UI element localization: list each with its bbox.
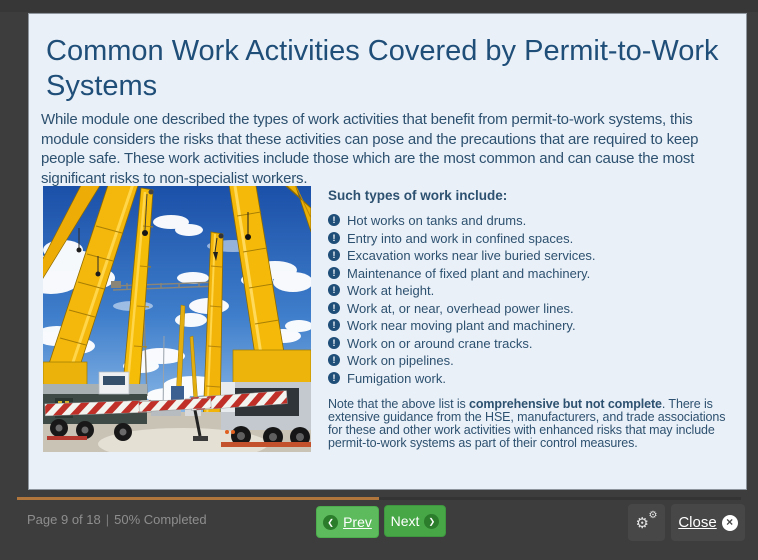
work-type-item: ! Maintenance of fixed plant and machiner…	[328, 267, 732, 280]
work-type-label: Entry into and work in confined spaces.	[347, 232, 573, 245]
exclamation-circle-icon: !	[328, 302, 340, 314]
work-type-item: ! Excavation works near live buried servi…	[328, 249, 732, 262]
slide-panel: Common Work Activities Covered by Permit…	[28, 13, 747, 490]
cogs-icon: ⚙ ⚙	[636, 513, 658, 533]
exclamation-circle-icon: !	[328, 267, 340, 279]
exclamation-circle-icon: !	[328, 232, 340, 244]
cog-large-glyph: ⚙	[636, 516, 649, 531]
work-type-label: Hot works on tanks and drums.	[347, 214, 526, 227]
next-button-label: Next	[391, 513, 420, 529]
prev-button[interactable]: ❮ Prev	[316, 506, 379, 538]
work-type-item: ! Hot works on tanks and drums.	[328, 214, 732, 227]
work-type-label: Work on pipelines.	[347, 354, 454, 367]
crane-photo-illustration	[43, 186, 311, 452]
chevron-right-circle-icon: ❯	[424, 514, 439, 529]
slide-title: Common Work Activities Covered by Permit…	[46, 34, 746, 104]
work-type-item: ! Work at height.	[328, 284, 732, 297]
work-type-item: ! Work on pipelines.	[328, 354, 732, 367]
work-type-item: ! Work at, or near, overhead power lines.	[328, 302, 732, 315]
progress-fill	[17, 497, 379, 500]
status-separator: |	[106, 512, 109, 527]
progress-bar	[17, 497, 741, 500]
course-player-window: Common Work Activities Covered by Permit…	[0, 0, 758, 560]
chevron-left-circle-icon: ❮	[323, 515, 338, 530]
exclamation-circle-icon: !	[328, 372, 340, 384]
work-type-item: ! Entry into and work in confined spaces.	[328, 232, 732, 245]
exclamation-circle-icon: !	[328, 249, 340, 261]
work-type-item: ! Work near moving plant and machinery.	[328, 319, 732, 332]
work-type-item: ! Fumigation work.	[328, 372, 732, 385]
crane-photo	[43, 186, 311, 452]
intro-paragraph: While module one described the types of …	[41, 110, 729, 188]
cog-small-glyph: ⚙	[649, 511, 658, 521]
page-indicator: Page 9 of 18	[27, 512, 101, 527]
work-type-label: Work at height.	[347, 284, 434, 297]
next-button[interactable]: Next ❯	[384, 505, 446, 537]
work-type-label: Excavation works near live buried servic…	[347, 249, 596, 262]
work-type-label: Work near moving plant and machinery.	[347, 319, 576, 332]
window-top-bar	[0, 0, 758, 12]
exclamation-circle-icon: !	[328, 319, 340, 331]
work-types-column: Such types of work include: ! Hot works o…	[328, 188, 732, 450]
exclamation-circle-icon: !	[328, 214, 340, 226]
note-bold-text: comprehensive but not complete	[469, 397, 662, 411]
close-button-label: Close	[678, 514, 716, 531]
exclamation-circle-icon: !	[328, 354, 340, 366]
close-button[interactable]: Close ×	[671, 504, 745, 541]
work-type-label: Maintenance of fixed plant and machinery…	[347, 267, 590, 280]
prev-button-label: Prev	[343, 514, 372, 530]
work-type-item: ! Work on or around crane tracks.	[328, 337, 732, 350]
settings-button[interactable]: ⚙ ⚙	[628, 504, 665, 541]
note-paragraph: Note that the above list is comprehensiv…	[328, 398, 728, 451]
work-type-list: ! Hot works on tanks and drums. ! Entry in…	[328, 214, 732, 385]
work-type-label: Work on or around crane tracks.	[347, 337, 532, 350]
completion-indicator: 50% Completed	[114, 512, 207, 527]
page-status: Page 9 of 18 | 50% Completed	[27, 512, 207, 527]
note-text: Note that the above list is	[328, 397, 469, 411]
work-type-label: Fumigation work.	[347, 372, 446, 385]
work-type-label: Work at, or near, overhead power lines.	[347, 302, 574, 315]
list-heading: Such types of work include:	[328, 188, 732, 203]
exclamation-circle-icon: !	[328, 337, 340, 349]
exclamation-circle-icon: !	[328, 284, 340, 296]
times-circle-icon: ×	[722, 515, 738, 531]
